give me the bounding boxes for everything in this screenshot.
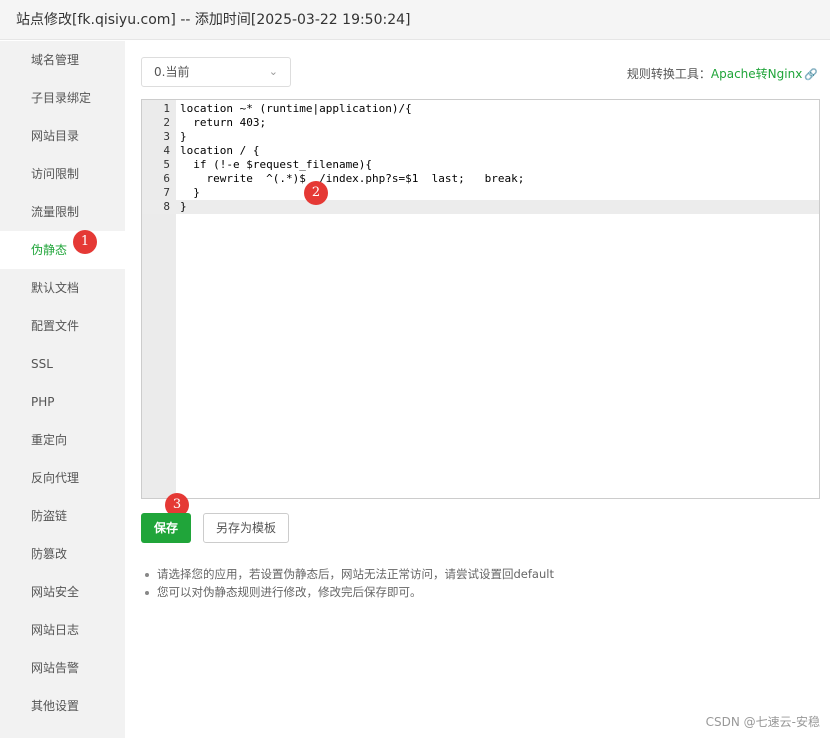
sidebar-item-tamper-proof[interactable]: 防篡改 <box>0 535 125 573</box>
code-line[interactable]: 6 rewrite ^(.*)$ /index.php?s=$1 last; b… <box>142 172 819 186</box>
line-number: 8 <box>163 200 170 213</box>
sidebar-item-other-settings[interactable]: 其他设置 <box>0 687 125 725</box>
sidebar-item-php[interactable]: PHP <box>0 383 125 421</box>
sidebar-item-rewrite[interactable]: 伪静态 <box>0 231 125 269</box>
window-title: 站点修改[fk.qisiyu.com] -- 添加时间[2025-03-22 1… <box>0 0 830 40</box>
sidebar-item-hotlink[interactable]: 防盗链 <box>0 497 125 535</box>
bullet-icon <box>145 572 149 577</box>
annotation-badge-1: 1 <box>73 230 97 254</box>
code-line[interactable]: 1 location ~* (runtime|application)/{ <box>142 102 819 116</box>
code-text: } <box>180 130 187 143</box>
select-value: 0.当前 <box>154 65 190 79</box>
convert-tool-label: 规则转换工具： <box>626 67 711 81</box>
sidebar-item-redirect[interactable]: 重定向 <box>0 421 125 459</box>
tip-item: 请选择您的应用，若设置伪静态后，网站无法正常访问，请尝试设置回default <box>145 565 554 583</box>
sidebar-item-domain[interactable]: 域名管理 <box>0 41 125 79</box>
code-line[interactable]: 4 location / { <box>142 144 819 158</box>
annotation-badge-2: 2 <box>304 181 328 205</box>
code-text: return 403; <box>180 116 267 129</box>
code-line[interactable]: 7 } <box>142 186 819 200</box>
tip-text: 请选择您的应用，若设置伪静态后，网站无法正常访问，请尝试设置回default <box>157 567 554 581</box>
code-text: if (!-e $request_filename){ <box>180 158 373 171</box>
line-number: 7 <box>163 186 170 199</box>
code-line-current[interactable]: 8 } <box>142 200 819 214</box>
chevron-down-icon: ⌄ <box>268 65 278 78</box>
sidebar-item-default-doc[interactable]: 默认文档 <box>0 269 125 307</box>
tip-text: 您可以对伪静态规则进行修改，修改完后保存即可。 <box>157 585 422 599</box>
sidebar-item-subdir[interactable]: 子目录绑定 <box>0 79 125 117</box>
sidebar-item-site-log[interactable]: 网站日志 <box>0 611 125 649</box>
line-number: 2 <box>163 116 170 129</box>
line-number: 1 <box>163 102 170 115</box>
code-editor[interactable]: 1 location ~* (runtime|application)/{ 2 … <box>141 99 820 499</box>
sidebar: 域名管理 子目录绑定 网站目录 访问限制 流量限制 伪静态 默认文档 配置文件 … <box>0 41 125 738</box>
link-icon[interactable]: 🔗 <box>804 68 818 81</box>
code-text: location ~* (runtime|application)/{ <box>180 102 412 115</box>
tips-list: 请选择您的应用，若设置伪静态后，网站无法正常访问，请尝试设置回default 您… <box>145 565 554 601</box>
rewrite-template-select[interactable]: 0.当前 ⌄ <box>141 57 291 87</box>
line-number: 4 <box>163 144 170 157</box>
sidebar-item-traffic-limit[interactable]: 流量限制 <box>0 193 125 231</box>
sidebar-item-reverse-proxy[interactable]: 反向代理 <box>0 459 125 497</box>
code-line[interactable]: 5 if (!-e $request_filename){ <box>142 158 819 172</box>
save-as-template-button[interactable]: 另存为模板 <box>203 513 289 543</box>
line-number: 3 <box>163 130 170 143</box>
sidebar-item-access-limit[interactable]: 访问限制 <box>0 155 125 193</box>
code-text: } <box>180 200 187 213</box>
sidebar-item-site-dir[interactable]: 网站目录 <box>0 117 125 155</box>
apache-to-nginx-link[interactable]: Apache转Nginx <box>711 67 802 81</box>
main-panel: 0.当前 ⌄ 规则转换工具：Apache转Nginx 🔗 1 location ~… <box>125 41 830 738</box>
code-text: } <box>180 186 200 199</box>
line-number: 5 <box>163 158 170 171</box>
code-text: location / { <box>180 144 260 157</box>
sidebar-item-site-security[interactable]: 网站安全 <box>0 573 125 611</box>
tip-item: 您可以对伪静态规则进行修改，修改完后保存即可。 <box>145 583 554 601</box>
sidebar-item-ssl[interactable]: SSL <box>0 345 125 383</box>
sidebar-item-config-file[interactable]: 配置文件 <box>0 307 125 345</box>
watermark: CSDN @七速云-安稳 <box>705 715 820 729</box>
code-line[interactable]: 3 } <box>142 130 819 144</box>
bullet-icon <box>145 590 149 595</box>
save-button[interactable]: 保存 <box>141 513 191 543</box>
convert-tool: 规则转换工具：Apache转Nginx 🔗 <box>627 65 818 82</box>
line-number: 6 <box>163 172 170 185</box>
code-text: rewrite ^(.*)$ /index.php?s=$1 last; bre… <box>180 172 525 185</box>
sidebar-item-site-alert[interactable]: 网站告警 <box>0 649 125 687</box>
code-line[interactable]: 2 return 403; <box>142 116 819 130</box>
